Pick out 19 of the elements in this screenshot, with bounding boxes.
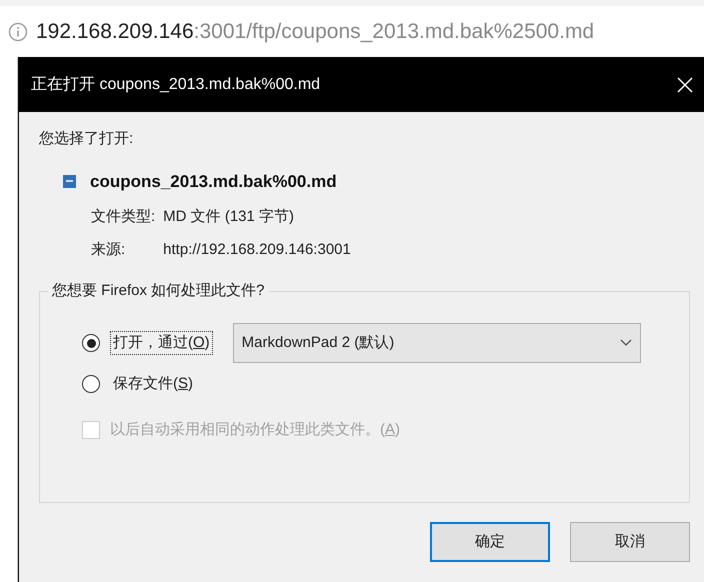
detail-label: 来源: <box>91 240 126 260</box>
file-icon <box>63 174 76 188</box>
file-name: coupons_2013.md.bak%00.md <box>90 170 337 192</box>
info-icon[interactable] <box>8 22 28 42</box>
detail-value: MD 文件 (131 字节) <box>163 207 294 227</box>
radio-label[interactable]: 保存文件(S) <box>110 372 196 396</box>
url-text: 192.168.209.146:3001/ftp/coupons_2013.md.bak%2500.md <box>36 18 594 45</box>
detail-label: 文件类型: <box>91 207 156 227</box>
intro-text: 您选择了打开: <box>39 129 134 149</box>
detail-value: http://192.168.209.146:3001 <box>163 240 351 260</box>
radio-button[interactable] <box>82 375 100 393</box>
close-icon[interactable] <box>676 76 694 94</box>
dialog-title: 正在打开 coupons_2013.md.bak%00.md <box>31 74 320 94</box>
dialog-button[interactable]: 确定 <box>430 522 550 562</box>
app-dropdown[interactable]: MarkdownPad 2 (默认) <box>232 323 641 363</box>
radio-button[interactable] <box>82 334 100 352</box>
radio-label[interactable]: 打开，通过(O) <box>110 330 213 356</box>
dialog-button[interactable]: 取消 <box>570 522 690 562</box>
chevron-down-icon <box>620 339 632 347</box>
